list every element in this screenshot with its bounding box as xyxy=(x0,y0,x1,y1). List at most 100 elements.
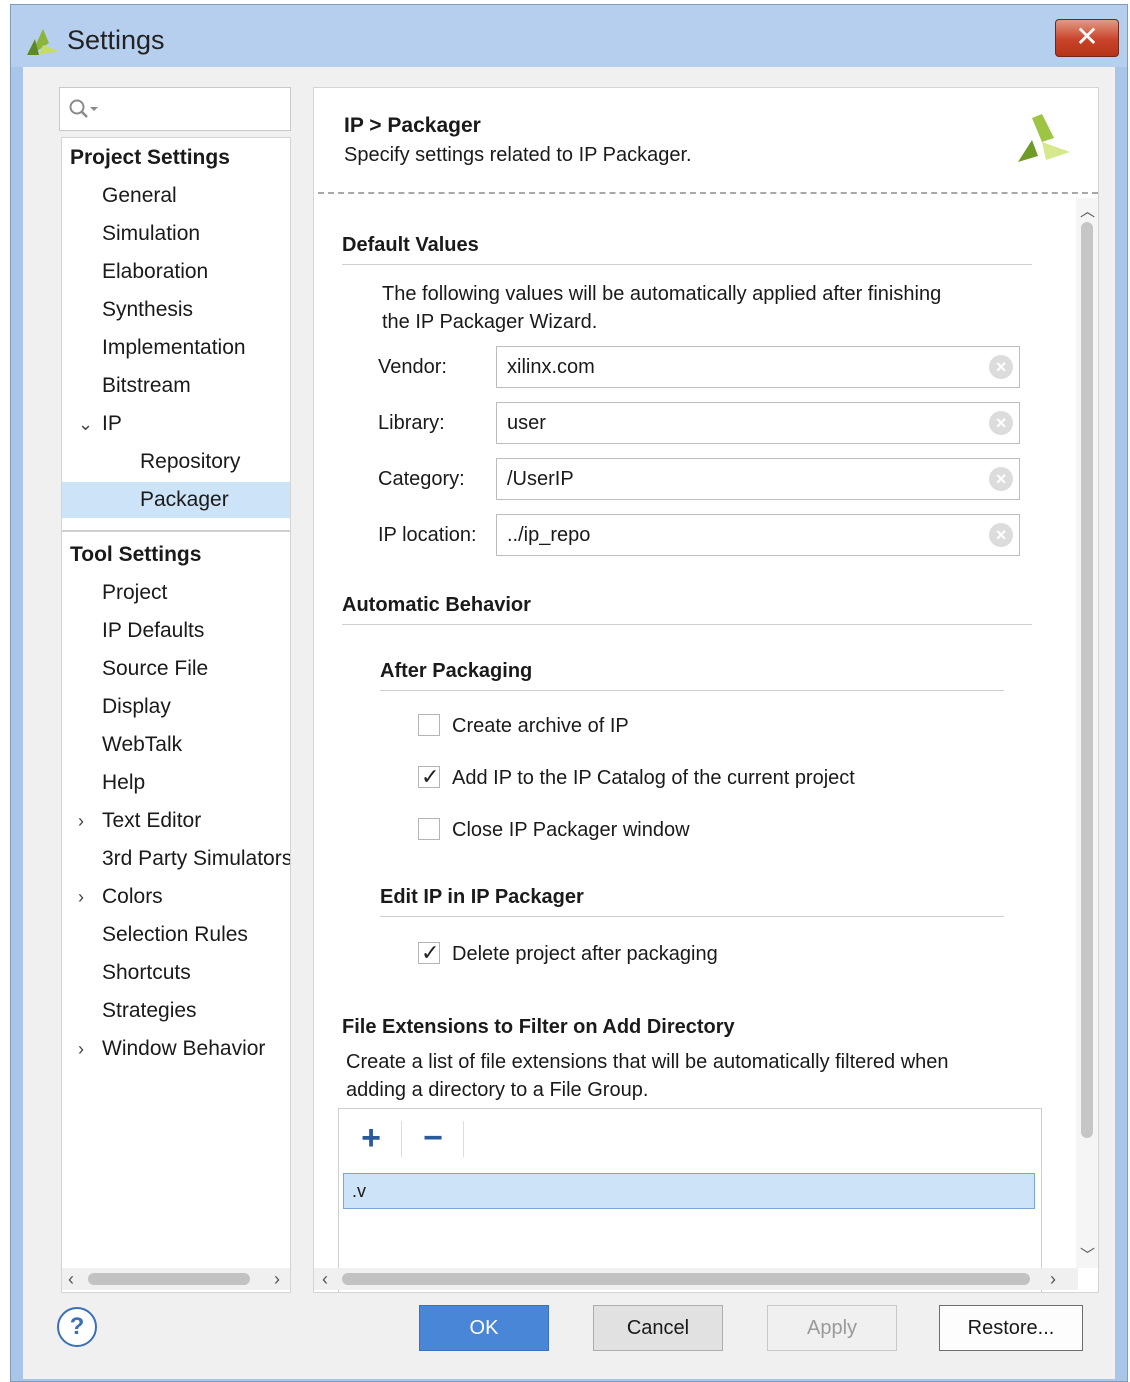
category-field[interactable]: /UserIP × xyxy=(496,458,1020,500)
scroll-left-icon[interactable]: ‹ xyxy=(322,1268,328,1290)
cancel-button[interactable]: Cancel xyxy=(593,1305,723,1351)
section-title-automatic-behavior: Automatic Behavior xyxy=(342,594,531,616)
panel-vertical-scrollbar[interactable]: ︿ ﹀ xyxy=(1076,198,1098,1268)
section-divider xyxy=(380,916,1004,917)
search-input[interactable] xyxy=(59,87,291,131)
settings-tree[interactable]: Project Settings General Simulation Elab… xyxy=(61,137,291,1293)
tree-item-simulation[interactable]: Simulation xyxy=(62,216,290,252)
ip-location-field[interactable]: ../ip_repo × xyxy=(496,514,1020,556)
toolbar-divider xyxy=(401,1121,402,1157)
chevron-right-icon[interactable]: › xyxy=(78,1031,92,1067)
tree-item-bitstream[interactable]: Bitstream xyxy=(62,368,290,404)
tree-item-implementation[interactable]: Implementation xyxy=(62,330,290,366)
settings-window: Settings ✕ Project Settings General Simu… xyxy=(10,4,1128,1382)
library-value: user xyxy=(507,412,546,434)
search-icon xyxy=(69,99,98,118)
delete-project-label: Delete project after packaging xyxy=(452,943,718,965)
add-ip-catalog-label: Add IP to the IP Catalog of the current … xyxy=(452,767,855,789)
scroll-right-icon[interactable]: › xyxy=(274,1268,280,1290)
tree-item-window-behavior-label: Window Behavior xyxy=(102,1037,266,1060)
checkmark-icon: ✓ xyxy=(421,940,440,965)
tree-item-synthesis[interactable]: Synthesis xyxy=(62,292,290,328)
chevron-down-icon[interactable]: ⌄ xyxy=(78,406,93,442)
tree-item-help[interactable]: Help xyxy=(62,765,290,801)
tree-divider xyxy=(62,530,290,532)
add-extension-button[interactable]: + xyxy=(347,1119,395,1159)
tree-item-text-editor-label: Text Editor xyxy=(102,809,202,832)
vivado-logo-icon xyxy=(27,29,59,55)
clear-icon[interactable]: × xyxy=(989,523,1013,547)
page-title: IP > Packager xyxy=(344,114,481,137)
tree-header-project-settings[interactable]: Project Settings xyxy=(62,140,290,176)
vendor-field[interactable]: xilinx.com × xyxy=(496,346,1020,388)
default-values-description-2: the IP Packager Wizard. xyxy=(382,311,598,333)
add-ip-catalog-checkbox[interactable]: ✓ xyxy=(418,764,440,789)
apply-button[interactable]: Apply xyxy=(767,1305,897,1351)
checkmark-icon: ✓ xyxy=(421,764,440,789)
tree-item-ip[interactable]: ⌄ IP xyxy=(62,406,290,442)
tree-item-ip-defaults[interactable]: IP Defaults xyxy=(62,613,290,649)
tree-item-shortcuts[interactable]: Shortcuts xyxy=(62,955,290,991)
tree-item-colors-label: Colors xyxy=(102,885,163,908)
ok-button[interactable]: OK xyxy=(419,1305,549,1351)
help-button[interactable]: ? xyxy=(57,1307,97,1347)
tree-header-tool-settings[interactable]: Tool Settings xyxy=(62,537,290,573)
window-title: Settings xyxy=(67,25,165,55)
chevron-right-icon[interactable]: › xyxy=(78,879,92,915)
section-divider xyxy=(342,624,1032,625)
close-packager-checkbox[interactable] xyxy=(418,818,440,840)
create-archive-checkbox[interactable] xyxy=(418,714,440,736)
library-label: Library: xyxy=(378,412,445,434)
tree-item-project[interactable]: Project xyxy=(62,575,290,611)
section-title-file-extensions: File Extensions to Filter on Add Directo… xyxy=(342,1016,735,1038)
toolbar-divider xyxy=(463,1121,464,1157)
scroll-right-icon[interactable]: › xyxy=(1050,1268,1056,1290)
delete-project-checkbox[interactable]: ✓ xyxy=(418,940,440,965)
vivado-logo-icon xyxy=(1018,114,1070,162)
clear-icon[interactable]: × xyxy=(989,411,1013,435)
file-extensions-toolbar: + − xyxy=(339,1109,1041,1167)
tree-item-general[interactable]: General xyxy=(62,178,290,214)
list-item[interactable]: .v xyxy=(343,1173,1035,1209)
tree-item-display[interactable]: Display xyxy=(62,689,290,725)
category-label: Category: xyxy=(378,468,465,490)
title-bar[interactable]: Settings ✕ xyxy=(11,5,1127,67)
tree-item-repository[interactable]: Repository xyxy=(62,444,290,480)
tree-item-3rd-party-simulators[interactable]: 3rd Party Simulators xyxy=(62,841,290,877)
header-divider xyxy=(318,192,1098,194)
file-ext-description-1: Create a list of file extensions that wi… xyxy=(346,1051,949,1073)
tree-item-strategies[interactable]: Strategies xyxy=(62,993,290,1029)
library-field[interactable]: user × xyxy=(496,402,1020,444)
tree-item-packager[interactable]: Packager xyxy=(62,482,290,518)
scrollbar-thumb[interactable] xyxy=(342,1273,1030,1285)
scroll-up-icon[interactable]: ︿ xyxy=(1080,200,1095,221)
tree-item-ip-label: IP xyxy=(102,412,122,435)
tree-item-webtalk[interactable]: WebTalk xyxy=(62,727,290,763)
scroll-left-icon[interactable]: ‹ xyxy=(68,1268,74,1290)
tree-item-elaboration[interactable]: Elaboration xyxy=(62,254,290,290)
file-extensions-list[interactable]: + − .v xyxy=(338,1108,1042,1292)
default-values-description-1: The following values will be automatical… xyxy=(382,283,942,305)
clear-icon[interactable]: × xyxy=(989,355,1013,379)
section-divider xyxy=(380,690,1004,691)
tree-item-source-file[interactable]: Source File xyxy=(62,651,290,687)
ip-location-value: ../ip_repo xyxy=(507,524,591,546)
tree-item-selection-rules[interactable]: Selection Rules xyxy=(62,917,290,953)
remove-extension-button[interactable]: − xyxy=(409,1119,457,1159)
subsection-title-after-packaging: After Packaging xyxy=(380,660,533,682)
ip-location-label: IP location: xyxy=(378,524,477,546)
panel-horizontal-scrollbar[interactable]: ‹ › xyxy=(314,1268,1078,1290)
scrollbar-thumb[interactable] xyxy=(88,1273,250,1285)
close-button[interactable]: ✕ xyxy=(1055,19,1119,57)
restore-button[interactable]: Restore... xyxy=(939,1305,1083,1351)
chevron-right-icon[interactable]: › xyxy=(78,803,92,839)
clear-icon[interactable]: × xyxy=(989,467,1013,491)
scrollbar-thumb[interactable] xyxy=(1081,222,1093,1138)
scroll-down-icon[interactable]: ﹀ xyxy=(1080,1244,1095,1265)
tree-horizontal-scrollbar[interactable]: ‹ › xyxy=(62,1268,290,1290)
tree-item-text-editor[interactable]: › Text Editor xyxy=(62,803,290,839)
settings-panel: IP > Packager Specify settings related t… xyxy=(313,87,1099,1293)
tree-item-window-behavior[interactable]: › Window Behavior xyxy=(62,1031,290,1067)
tree-item-colors[interactable]: › Colors xyxy=(62,879,290,915)
page-subtitle: Specify settings related to IP Packager. xyxy=(344,144,692,166)
